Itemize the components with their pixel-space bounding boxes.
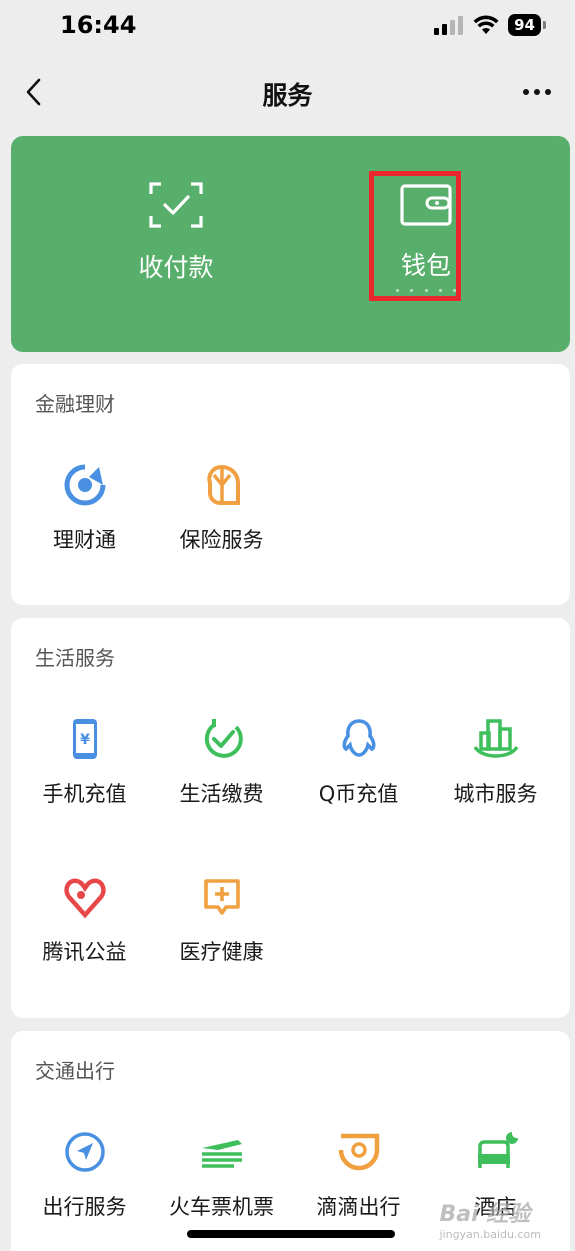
watermark-text: Bai 经验 [439, 1202, 531, 1227]
transport-item-label: 火车票机票 [169, 1195, 274, 1219]
hotel-icon [471, 1127, 521, 1177]
section-title: 生活服务 [35, 646, 115, 670]
life-item-charity[interactable]: 腾讯公益 [16, 872, 153, 966]
life-item-label: 腾讯公益 [42, 940, 127, 964]
life-item-label: 生活缴费 [179, 782, 264, 806]
finance-item-insurance[interactable]: 保险服务 [153, 460, 290, 554]
watermark-logo: Bai 经验 jingyan.baidu.com [439, 1196, 541, 1241]
more-button[interactable] [517, 74, 557, 110]
wifi-icon [473, 15, 499, 34]
payment-card: 收付款 钱包 [11, 136, 570, 352]
nav-bar: 服务 [0, 62, 575, 122]
train-ticket-icon [197, 1127, 247, 1177]
life-services-section: 生活服务 ¥ 手机充值 生活缴费 Q币充值 城市服务 腾讯公益 医疗健康 [11, 618, 570, 1018]
life-item-utility[interactable]: 生活缴费 [153, 714, 290, 808]
phone-recharge-icon: ¥ [60, 714, 110, 764]
transport-item-train[interactable]: 火车票机票 [153, 1127, 290, 1221]
life-item-label: 城市服务 [453, 782, 538, 806]
qq-coin-icon [334, 714, 384, 764]
travel-icon [60, 1127, 110, 1177]
licaitong-icon [60, 460, 110, 510]
status-bar: 16:44 94 [0, 0, 575, 54]
life-item-label: 手机充值 [42, 782, 127, 806]
section-title: 交通出行 [35, 1059, 115, 1083]
pay-receive-button[interactable]: 收付款 [91, 182, 261, 284]
didi-icon [334, 1127, 384, 1177]
home-indicator[interactable] [187, 1230, 395, 1238]
pay-receive-label: 收付款 [138, 253, 214, 282]
medical-icon [197, 872, 247, 922]
transport-item-didi[interactable]: 滴滴出行 [290, 1127, 427, 1221]
city-service-icon [471, 714, 521, 764]
more-dots-icon [523, 89, 551, 95]
transport-item-travel[interactable]: 出行服务 [16, 1127, 153, 1221]
page-title: 服务 [262, 81, 313, 110]
wallet-highlight-box [369, 171, 461, 301]
insurance-icon [197, 460, 247, 510]
svg-text:¥: ¥ [80, 732, 90, 748]
finance-item-licaitong[interactable]: 理财通 [16, 460, 153, 554]
life-item-qq-coin[interactable]: Q币充值 [290, 714, 427, 808]
life-item-city-service[interactable]: 城市服务 [427, 714, 564, 808]
life-item-label: 医疗健康 [179, 940, 264, 964]
life-item-medical[interactable]: 医疗健康 [153, 872, 290, 966]
section-title: 金融理财 [35, 392, 115, 416]
signal-icon [434, 16, 464, 35]
scan-pay-icon [149, 182, 203, 228]
status-icons: 94 [434, 14, 546, 36]
transport-item-label: 滴滴出行 [316, 1195, 401, 1219]
battery-indicator: 94 [508, 14, 546, 36]
utility-payment-icon [197, 714, 247, 764]
finance-section: 金融理财 理财通 保险服务 [11, 364, 570, 605]
charity-icon [60, 872, 110, 922]
finance-item-label: 保险服务 [179, 528, 264, 552]
life-item-label: Q币充值 [318, 782, 399, 806]
life-item-phone-recharge[interactable]: ¥ 手机充值 [16, 714, 153, 808]
transport-item-label: 出行服务 [42, 1195, 127, 1219]
watermark-sub: jingyan.baidu.com [439, 1228, 541, 1241]
status-time: 16:44 [60, 11, 137, 39]
finance-item-label: 理财通 [53, 528, 116, 552]
